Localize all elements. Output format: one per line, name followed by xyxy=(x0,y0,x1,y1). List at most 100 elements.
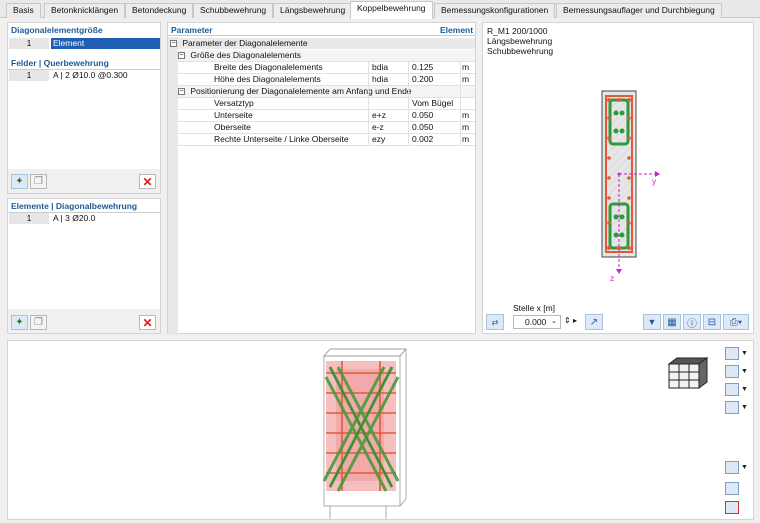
cross-section-drawing xyxy=(601,90,660,274)
dimension-icon: ⊟ xyxy=(707,316,717,328)
tab-basis[interactable]: Basis xyxy=(6,3,41,18)
reset-view-button[interactable] xyxy=(725,500,751,515)
axis-icon xyxy=(725,365,739,378)
print-button[interactable]: ⎙▾ xyxy=(723,314,749,330)
view-cube[interactable] xyxy=(667,356,709,390)
param-value[interactable]: 0.050 xyxy=(410,122,458,133)
render-mode-button[interactable]: ▼ xyxy=(725,382,751,397)
3d-view-panel: ▼ ▼ ▼ ▼ ▼ xyxy=(7,340,754,520)
reset-icon xyxy=(725,501,739,514)
param-unit: m xyxy=(462,134,470,144)
param-label: Rechte Unterseite / Linke Oberseite xyxy=(214,134,349,144)
collapse-icon[interactable]: − xyxy=(178,88,185,96)
delete-row-button[interactable]: ✕ xyxy=(139,174,156,189)
collapse-icon[interactable]: − xyxy=(178,52,185,60)
filter-icon: ▼ xyxy=(647,317,657,327)
chevron-down-icon: ▼ xyxy=(741,404,748,411)
tab-laengsbewehrung[interactable]: Längsbewehrung xyxy=(273,3,353,18)
parameter-panel: Parameter Element − Parameter der Diagon… xyxy=(167,22,476,335)
copy-element-button[interactable]: ❐ xyxy=(30,315,47,330)
info-button[interactable]: ⓘ xyxy=(683,314,701,330)
3d-model-drawing xyxy=(322,348,407,519)
sub1-label: Größe des Diagonalelements xyxy=(190,50,301,60)
size-row[interactable]: 1 Element xyxy=(9,38,160,49)
size-row-label: Element xyxy=(51,38,160,49)
subgroup-size[interactable]: − Größe des Diagonalelements xyxy=(178,50,475,61)
row-number: 1 xyxy=(9,38,49,49)
elements-row-label: A | 3 Ø20.0 xyxy=(53,213,96,223)
pick-icon: ↗ xyxy=(589,316,599,328)
report-icon xyxy=(725,482,739,495)
fields-title: Felder | Querbewehrung xyxy=(11,58,109,68)
add-icon: ✦ xyxy=(15,176,24,187)
view-cube-icon xyxy=(667,357,709,389)
param-symbol: bdia xyxy=(372,62,389,72)
print-3d-button[interactable]: ▼ xyxy=(725,460,751,475)
tab-bar: Basis Betonknicklängen Betondeckung Schu… xyxy=(0,0,760,19)
fields-row[interactable]: 1 A | 2 Ø10.0 @0.300 xyxy=(9,70,160,81)
collapse-icon[interactable]: − xyxy=(170,40,177,48)
dimension-button[interactable]: ⊟ xyxy=(703,314,721,330)
tab-koppelbewehrung[interactable]: Koppelbewehrung xyxy=(350,1,433,19)
tab-schubbewehrung[interactable]: Schubbewehrung xyxy=(193,3,274,18)
view-mode-button[interactable]: ▼ xyxy=(725,346,751,361)
param-value[interactable]: 0.125 xyxy=(410,62,458,73)
diagonal-elements-panel: Elemente | Diagonalbewehrung 1 A | 3 Ø20… xyxy=(7,198,161,334)
tab-bemessungskonfigurationen[interactable]: Bemessungskonfigurationen xyxy=(434,3,556,18)
tab-betonknicklaengen[interactable]: Betonknicklängen xyxy=(44,3,126,18)
param-value[interactable]: Vom Bügel xyxy=(410,98,458,109)
param-label: Versatztyp xyxy=(214,98,254,108)
info-icon: ⓘ xyxy=(687,318,697,330)
row-number: 1 xyxy=(9,70,49,81)
stelle-value: 0.000 xyxy=(525,317,547,327)
diagonal-size-panel: Diagonalelementgröße 1 Element Felder | … xyxy=(7,22,161,194)
param-value[interactable]: 0.200 xyxy=(410,74,458,85)
param-symbol: e-z xyxy=(372,122,384,132)
param-label: Oberseite xyxy=(214,122,251,132)
axis-z-label: z xyxy=(610,273,615,283)
pick-location-button[interactable]: ↗ xyxy=(585,314,603,330)
add-element-button[interactable]: ✦ xyxy=(11,315,28,330)
param-value[interactable]: 0.050 xyxy=(410,110,458,121)
section-panel: R_M1 200/1000 Längsbewehrung Schubbewehr… xyxy=(482,22,754,334)
view-settings-button[interactable]: ⇄ xyxy=(486,314,504,330)
copy-icon: ❐ xyxy=(34,317,43,328)
tab-betondeckung[interactable]: Betondeckung xyxy=(125,3,194,18)
sub2-label: Positionierung der Diagonalelemente am A… xyxy=(190,86,412,96)
stelle-input[interactable]: 0.000 ⌄ xyxy=(513,315,561,329)
next-arrow-icon[interactable]: ▸ xyxy=(573,316,577,325)
filter-button[interactable]: ▼ xyxy=(643,314,661,330)
print-icon xyxy=(725,461,739,474)
elements-row[interactable]: 1 A | 3 Ø20.0 xyxy=(9,213,160,224)
spinner-icon[interactable]: ⇕ xyxy=(564,316,571,325)
display-icon: ▦ xyxy=(667,316,677,328)
display-button[interactable]: ▦ xyxy=(663,314,681,330)
row-number: 1 xyxy=(9,213,49,224)
delete-element-button[interactable]: ✕ xyxy=(139,315,156,330)
chevron-down-icon: ▼ xyxy=(741,350,748,357)
axis-y-label: y xyxy=(652,176,657,186)
copy-row-button[interactable]: ❐ xyxy=(30,174,47,189)
subgroup-positioning[interactable]: − Positionierung der Diagonalelemente am… xyxy=(178,86,475,97)
group1-label: Parameter der Diagonalelemente xyxy=(182,38,308,48)
chevron-down-icon[interactable]: ⌄ xyxy=(551,316,557,328)
size-title: Diagonalelementgröße xyxy=(11,25,103,35)
delete-icon: ✕ xyxy=(142,174,153,189)
param-unit: m xyxy=(462,74,470,84)
report-button[interactable] xyxy=(725,481,751,496)
add-icon: ✦ xyxy=(15,317,24,328)
param-label: Unterseite xyxy=(214,110,253,120)
view-mode-icon xyxy=(725,347,739,360)
delete-icon: ✕ xyxy=(142,315,153,330)
render-icon xyxy=(725,383,739,396)
print-icon: ⎙▾ xyxy=(729,316,743,328)
axis-orientation-button[interactable]: ▼ xyxy=(725,364,751,379)
scale-button[interactable]: ▼ xyxy=(725,400,751,415)
scale-icon xyxy=(725,401,739,414)
tab-bemessungsauflager[interactable]: Bemessungsauflager und Durchbiegung xyxy=(556,3,722,18)
col-element: Element xyxy=(440,25,474,35)
group-diagonal-parameters[interactable]: − Parameter der Diagonalelemente xyxy=(170,38,475,49)
param-value[interactable]: 0.002 xyxy=(410,134,458,145)
add-row-button[interactable]: ✦ xyxy=(11,174,28,189)
param-label: Höhe des Diagonalelements xyxy=(214,74,321,84)
